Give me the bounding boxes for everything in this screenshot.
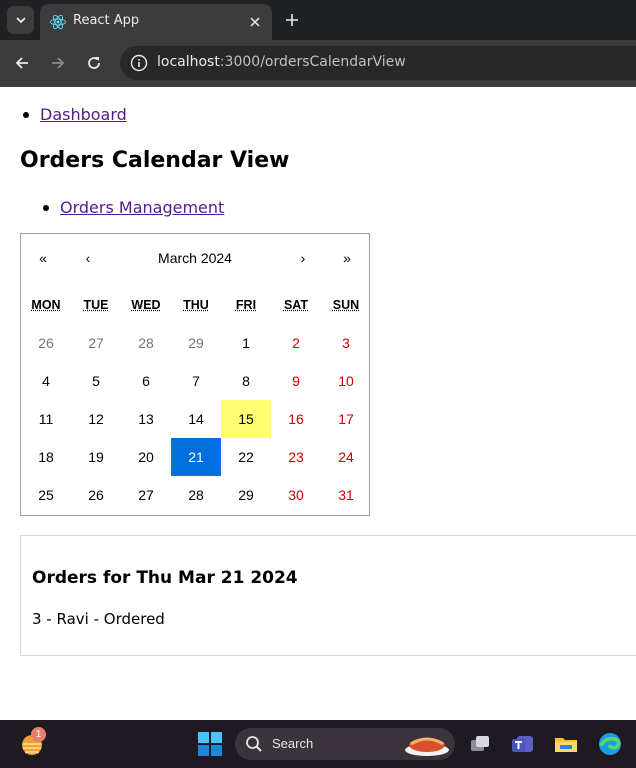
browser-tab-strip: React App bbox=[0, 0, 636, 40]
next-year-button[interactable]: » bbox=[335, 246, 359, 270]
calendar-day[interactable]: 13 bbox=[121, 400, 171, 438]
prev-month-button[interactable]: ‹ bbox=[76, 246, 100, 270]
chevron-down-icon bbox=[15, 17, 26, 24]
calendar-day[interactable]: 25 bbox=[21, 476, 71, 514]
tab-close-button[interactable] bbox=[245, 12, 265, 32]
file-explorer-icon[interactable] bbox=[553, 731, 579, 757]
weekday-mon: MON bbox=[31, 298, 61, 312]
notification-badge: 1 bbox=[31, 727, 46, 742]
list-bullet bbox=[43, 205, 49, 211]
url-path: :3000/ordersCalendarView bbox=[219, 54, 406, 70]
page-content: Dashboard Orders Calendar View Orders Ma… bbox=[0, 87, 636, 720]
calendar-day[interactable]: 9 bbox=[271, 362, 321, 400]
calendar-day[interactable]: 22 bbox=[221, 438, 271, 476]
calendar-day[interactable]: 8 bbox=[221, 362, 271, 400]
forward-button[interactable] bbox=[46, 51, 70, 75]
react-logo-icon bbox=[50, 14, 66, 30]
calendar-day[interactable]: 1 bbox=[221, 324, 271, 362]
calendar-days-grid: 26 27 28 29 1 2 3 4 5 6 7 8 9 10 11 12 1… bbox=[21, 324, 369, 514]
calendar-day[interactable]: 11 bbox=[21, 400, 71, 438]
calendar-day[interactable]: 30 bbox=[271, 476, 321, 514]
prev-year-button[interactable]: « bbox=[31, 246, 55, 270]
url-text[interactable]: localhost:3000/ordersCalendarView bbox=[157, 54, 406, 70]
calendar: « ‹ March 2024 › » MON TUE WED THU FRI S… bbox=[20, 233, 370, 516]
order-item: 3 - Ravi - Ordered bbox=[32, 610, 165, 628]
calendar-day[interactable]: 26 bbox=[71, 476, 121, 514]
dashboard-link[interactable]: Dashboard bbox=[40, 105, 127, 124]
active-tab[interactable]: React App bbox=[40, 4, 272, 40]
pie-illustration-icon bbox=[405, 737, 449, 756]
taskbar-search-placeholder: Search bbox=[272, 736, 314, 751]
back-button[interactable] bbox=[10, 51, 34, 75]
reload-icon bbox=[88, 57, 100, 69]
info-icon[interactable] bbox=[130, 54, 148, 72]
orders-management-link[interactable]: Orders Management bbox=[60, 198, 224, 217]
weekday-fri: FRI bbox=[235, 298, 257, 312]
address-bar[interactable]: localhost:3000/ordersCalendarView bbox=[120, 46, 636, 80]
task-view-icon[interactable] bbox=[467, 731, 493, 757]
arrow-left-icon bbox=[15, 57, 28, 69]
calendar-day[interactable]: 28 bbox=[121, 324, 171, 362]
calendar-day[interactable]: 10 bbox=[321, 362, 371, 400]
calendar-day[interactable]: 20 bbox=[121, 438, 171, 476]
calendar-day[interactable]: 23 bbox=[271, 438, 321, 476]
calendar-day[interactable]: 29 bbox=[221, 476, 271, 514]
windows-start-icon[interactable] bbox=[198, 732, 222, 756]
taskbar: 1 Search bbox=[0, 720, 636, 768]
list-bullet bbox=[23, 112, 29, 118]
close-icon bbox=[250, 17, 260, 27]
calendar-day[interactable]: 31 bbox=[321, 476, 371, 514]
calendar-day[interactable]: 14 bbox=[171, 400, 221, 438]
tab-search-button[interactable] bbox=[7, 6, 34, 34]
arrow-right-icon bbox=[52, 57, 65, 69]
weekday-sun: SUN bbox=[332, 298, 360, 312]
calendar-day[interactable]: 17 bbox=[321, 400, 371, 438]
calendar-month-label[interactable]: March 2024 bbox=[121, 246, 269, 270]
browser-toolbar: localhost:3000/ordersCalendarView bbox=[0, 40, 636, 87]
taskbar-search-box[interactable]: Search bbox=[235, 728, 455, 760]
calendar-day[interactable]: 3 bbox=[321, 324, 371, 362]
url-host: localhost bbox=[157, 54, 220, 70]
plus-icon bbox=[286, 14, 298, 26]
calendar-day[interactable]: 24 bbox=[321, 438, 371, 476]
reload-button[interactable] bbox=[82, 51, 106, 75]
calendar-day[interactable]: 4 bbox=[21, 362, 71, 400]
calendar-day[interactable]: 19 bbox=[71, 438, 121, 476]
calendar-day-selected[interactable]: 21 bbox=[171, 438, 221, 476]
weekday-sat: SAT bbox=[283, 298, 309, 312]
calendar-day[interactable]: 7 bbox=[171, 362, 221, 400]
calendar-day[interactable]: 27 bbox=[71, 324, 121, 362]
calendar-day[interactable]: 28 bbox=[171, 476, 221, 514]
calendar-day[interactable]: 12 bbox=[71, 400, 121, 438]
calendar-day[interactable]: 16 bbox=[271, 400, 321, 438]
new-tab-button[interactable] bbox=[280, 8, 304, 32]
weekday-tue: TUE bbox=[83, 298, 109, 312]
search-icon bbox=[246, 736, 262, 752]
weekday-header: MON TUE WED THU FRI SAT SUN bbox=[21, 298, 369, 318]
calendar-day[interactable]: 29 bbox=[171, 324, 221, 362]
tab-title: React App bbox=[73, 13, 140, 28]
teams-icon[interactable] bbox=[510, 731, 536, 757]
page-title: Orders Calendar View bbox=[20, 148, 290, 173]
calendar-day[interactable]: 27 bbox=[121, 476, 171, 514]
weekday-wed: WED bbox=[131, 298, 161, 312]
orders-panel: Orders for Thu Mar 21 2024 3 - Ravi - Or… bbox=[20, 535, 636, 656]
calendar-day[interactable]: 18 bbox=[21, 438, 71, 476]
calendar-day[interactable]: 26 bbox=[21, 324, 71, 362]
calendar-day-today[interactable]: 15 bbox=[221, 400, 271, 438]
weekday-thu: THU bbox=[183, 298, 209, 312]
orders-panel-title: Orders for Thu Mar 21 2024 bbox=[32, 568, 298, 588]
calendar-day[interactable]: 6 bbox=[121, 362, 171, 400]
calendar-day[interactable]: 2 bbox=[271, 324, 321, 362]
next-month-button[interactable]: › bbox=[291, 246, 315, 270]
calendar-day[interactable]: 5 bbox=[71, 362, 121, 400]
edge-browser-icon[interactable] bbox=[597, 731, 623, 757]
